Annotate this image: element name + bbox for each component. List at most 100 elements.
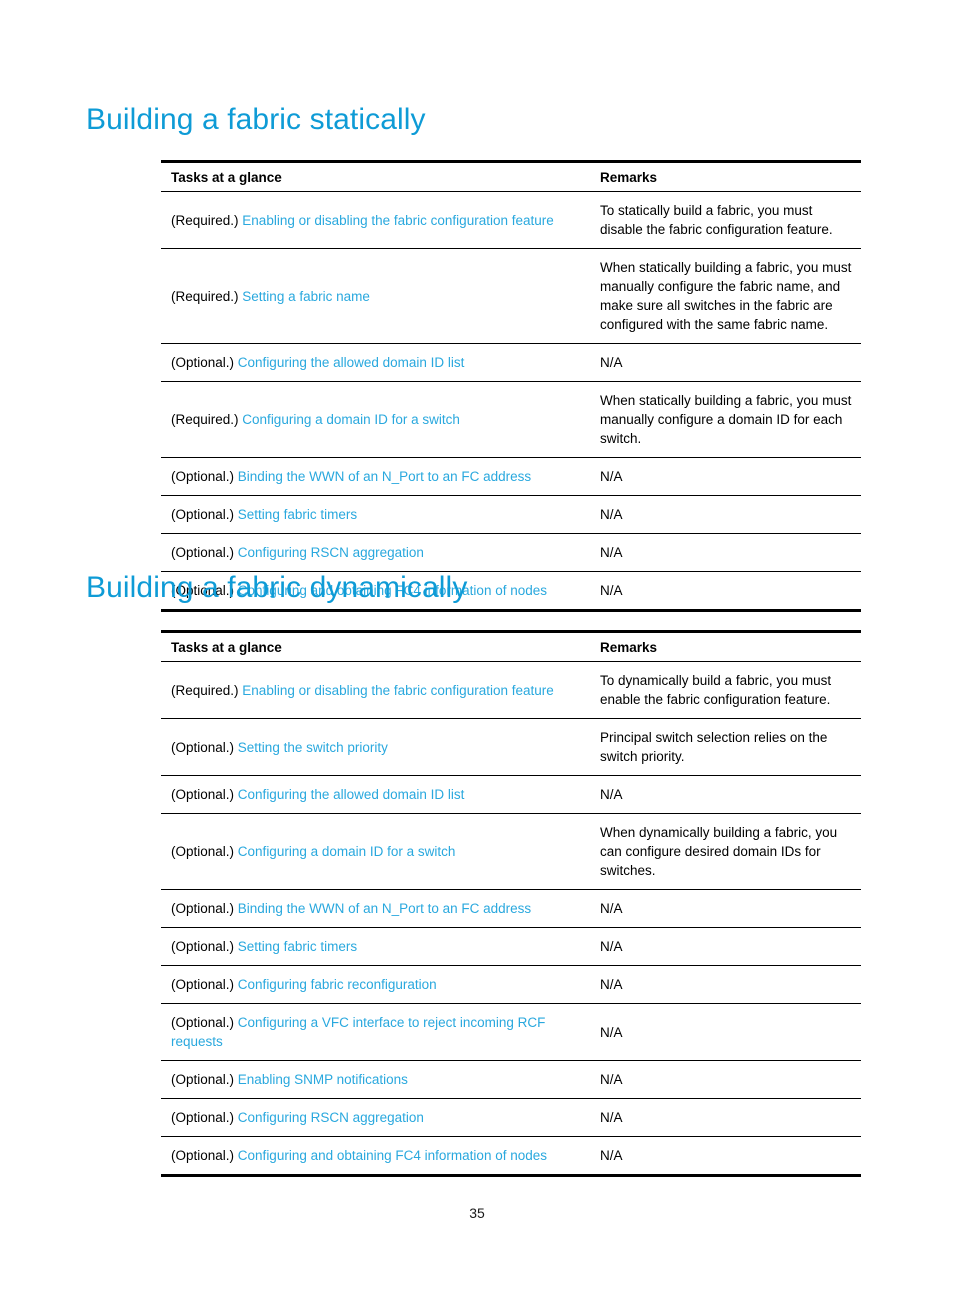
remark-text: N/A [600,355,623,370]
remark-text: N/A [600,1148,623,1163]
remark-text: N/A [600,583,623,598]
task-cell: (Optional.) Configuring the allowed doma… [161,343,588,382]
task-link[interactable]: Configuring a domain ID for a switch [242,412,460,427]
table-row: (Required.) Enabling or disabling the fa… [161,661,861,719]
remark-cell: N/A [588,1098,861,1137]
remark-cell: N/A [588,1136,861,1177]
table-row: (Optional.) Setting fabric timers N/A [161,495,861,534]
task-link[interactable]: Binding the WWN of an N_Port to an FC ad… [238,469,531,484]
task-link[interactable]: Enabling or disabling the fabric configu… [242,213,553,228]
requirement-label: (Optional.) [171,844,235,859]
remark-text: N/A [600,469,623,484]
tasks-table-dynamic: Tasks at a glance Remarks (Required.) En… [161,630,861,1177]
task-link[interactable]: Setting fabric timers [238,939,357,954]
task-link[interactable]: Setting fabric timers [238,507,357,522]
remark-text: N/A [600,1024,623,1040]
task-link[interactable]: Enabling or disabling the fabric configu… [242,683,553,698]
remark-cell: N/A [588,889,861,928]
task-cell: (Optional.) Configuring and obtaining FC… [161,1136,588,1177]
remark-text: N/A [600,901,623,916]
task-cell: (Required.) Enabling or disabling the fa… [161,191,588,249]
remark-cell: N/A [588,457,861,496]
table-row: (Optional.) Configuring the allowed doma… [161,343,861,382]
table-body: (Required.) Enabling or disabling the fa… [161,661,861,1177]
page-title-building-fabric-statically: Building a fabric statically [86,103,426,136]
table-row: (Optional.) Configuring RSCN aggregation… [161,533,861,572]
remark-cell: N/A [588,965,861,1004]
requirement-label: (Optional.) [171,739,235,755]
remark-text: To dynamically build a fabric, you must … [600,673,832,707]
task-link[interactable]: Configuring and obtaining FC4 informatio… [238,1148,547,1163]
remark-cell: N/A [588,495,861,534]
requirement-label: (Optional.) [171,1015,235,1030]
table-row: (Optional.) Configuring a domain ID for … [161,813,861,890]
task-cell: (Required.) Configuring a domain ID for … [161,381,588,458]
requirement-label: (Optional.) [171,507,235,522]
table-body: (Required.) Enabling or disabling the fa… [161,191,861,612]
remark-cell: When statically building a fabric, you m… [588,381,861,458]
remark-text: N/A [600,787,623,802]
task-link[interactable]: Configuring a domain ID for a switch [238,844,456,859]
requirement-label: (Required.) [171,412,239,427]
remark-cell: N/A [588,1060,861,1099]
requirement-label: (Optional.) [171,355,235,370]
remark-text: When statically building a fabric, you m… [600,393,852,446]
table-row: (Required.) Configuring a domain ID for … [161,381,861,458]
remark-cell: N/A [588,927,861,966]
tasks-table-static: Tasks at a glance Remarks (Required.) En… [161,160,861,612]
document-page: Building a fabric statically Tasks at a … [0,0,954,1296]
remark-text: Principal switch selection relies on the… [600,730,828,764]
task-link[interactable]: Setting a fabric name [242,289,370,304]
table-row: (Optional.) Configuring fabric reconfigu… [161,965,861,1004]
task-link[interactable]: Setting the switch priority [238,740,388,755]
requirement-label: (Optional.) [171,901,235,916]
remark-cell: N/A [588,571,861,612]
requirement-label: (Optional.) [171,1072,235,1087]
table-row: (Required.) Setting a fabric name When s… [161,248,861,344]
column-header-tasks: Tasks at a glance [161,160,588,192]
column-header-remarks: Remarks [588,160,861,192]
task-cell: (Optional.) Enabling SNMP notifications [161,1060,588,1099]
remark-text: N/A [600,507,623,522]
remark-cell: To statically build a fabric, you must d… [588,191,861,249]
task-link[interactable]: Configuring the allowed domain ID list [238,787,465,802]
requirement-label: (Optional.) [171,939,235,954]
table-header: Tasks at a glance Remarks [161,630,861,662]
table-row: (Optional.) Configuring a VFC interface … [161,1003,861,1061]
task-link[interactable]: Configuring RSCN aggregation [238,545,424,560]
table-row: (Optional.) Setting the switch priority … [161,718,861,776]
requirement-label: (Optional.) [171,1110,235,1125]
remark-text: When dynamically building a fabric, you … [600,825,838,878]
task-cell: (Optional.) Configuring fabric reconfigu… [161,965,588,1004]
task-link[interactable]: Configuring fabric reconfiguration [238,977,437,992]
remark-cell: N/A [588,1003,861,1061]
table-row: (Optional.) Configuring RSCN aggregation… [161,1098,861,1137]
table-header-row: Tasks at a glance Remarks [161,630,861,662]
task-cell: (Required.) Enabling or disabling the fa… [161,661,588,719]
table-row: (Optional.) Setting fabric timers N/A [161,927,861,966]
task-cell: (Optional.) Configuring the allowed doma… [161,775,588,814]
task-cell: (Optional.) Setting the switch priority [161,718,588,776]
table-row: (Optional.) Configuring the allowed doma… [161,775,861,814]
task-cell: (Required.) Setting a fabric name [161,248,588,344]
column-header-remarks: Remarks [588,630,861,662]
table-row: (Optional.) Enabling SNMP notifications … [161,1060,861,1099]
task-cell: (Optional.) Binding the WWN of an N_Port… [161,889,588,928]
remark-text: N/A [600,1072,623,1087]
task-link[interactable]: Binding the WWN of an N_Port to an FC ad… [238,901,531,916]
requirement-label: (Optional.) [171,1148,235,1163]
requirement-label: (Optional.) [171,545,235,560]
requirement-label: (Optional.) [171,787,235,802]
table-header-row: Tasks at a glance Remarks [161,160,861,192]
requirement-label: (Required.) [171,288,239,304]
remark-text: N/A [600,939,623,954]
task-link[interactable]: Configuring RSCN aggregation [238,1110,424,1125]
task-link[interactable]: Configuring the allowed domain ID list [238,355,465,370]
remark-text: To statically build a fabric, you must d… [600,203,833,237]
task-cell: (Optional.) Configuring RSCN aggregation [161,1098,588,1137]
task-link[interactable]: Enabling SNMP notifications [238,1072,408,1087]
task-cell: (Optional.) Setting fabric timers [161,495,588,534]
page-title-building-fabric-dynamically: Building a fabric dynamically [86,571,468,604]
remark-cell: N/A [588,533,861,572]
page-number: 35 [469,1205,485,1221]
